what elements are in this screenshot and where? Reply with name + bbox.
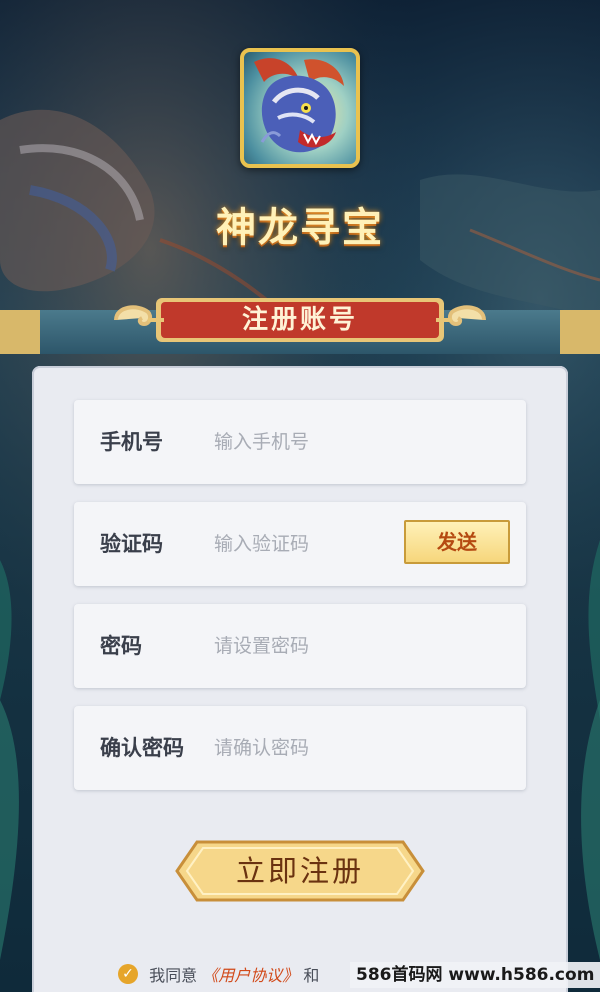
agreement-row: ✓ 我同意 《用户协议》 和 xyxy=(118,962,319,986)
register-tab-title: 注册账号 xyxy=(241,305,358,335)
phone-input[interactable] xyxy=(214,422,504,462)
phone-label: 手机号 xyxy=(100,430,163,454)
user-agreement-link[interactable]: 《用户协议》 xyxy=(202,966,298,985)
send-code-button[interactable]: 发送 xyxy=(404,520,510,564)
game-title: 神龙寻宝 xyxy=(216,204,384,251)
password-field: 密码 xyxy=(74,604,526,688)
password-label: 密码 xyxy=(100,634,142,658)
code-label: 验证码 xyxy=(100,532,163,556)
password-input[interactable] xyxy=(214,626,504,666)
band-left-ornament xyxy=(0,310,40,354)
code-input[interactable] xyxy=(214,524,434,564)
agreement-prefix: 我同意 xyxy=(149,966,198,985)
game-logo xyxy=(240,48,360,168)
code-field: 验证码 发送 xyxy=(74,502,526,586)
register-button[interactable] xyxy=(163,836,437,906)
confirm-password-input[interactable] xyxy=(214,728,504,768)
site-watermark: 586首码网 www.h586.com xyxy=(350,962,600,988)
confirm-password-label: 确认密码 xyxy=(100,736,184,760)
checkmark-icon[interactable]: ✓ xyxy=(118,964,138,984)
agreement-conjunction: 和 xyxy=(303,966,320,985)
dragon-logo-icon xyxy=(254,58,344,153)
band-right-ornament xyxy=(560,310,600,354)
phone-field: 手机号 xyxy=(74,400,526,484)
confirm-password-field: 确认密码 xyxy=(74,706,526,790)
